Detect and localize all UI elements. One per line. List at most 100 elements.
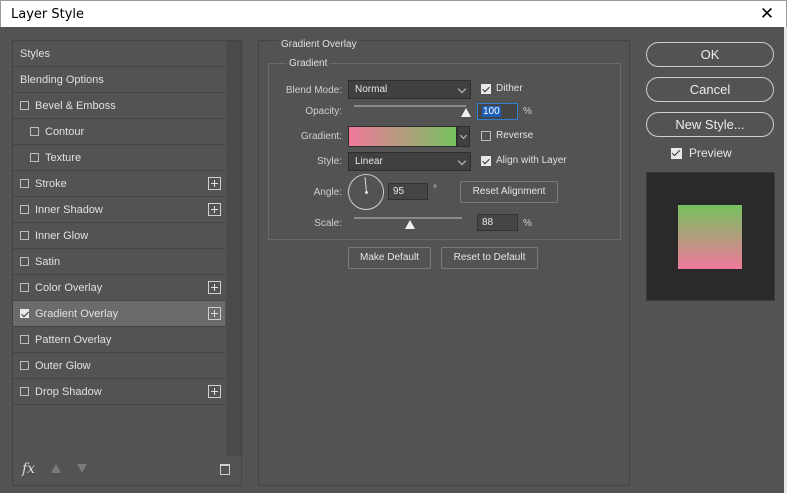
blend-mode-select[interactable]: Normal bbox=[348, 80, 471, 99]
make-default-button[interactable]: Make Default bbox=[348, 247, 431, 269]
reset-to-default-button[interactable]: Reset to Default bbox=[441, 247, 538, 269]
scale-slider[interactable] bbox=[354, 217, 462, 219]
style-list: Styles Blending Options Bevel & Emboss Cont… bbox=[12, 40, 242, 486]
window-title: Layer Style bbox=[11, 7, 85, 22]
sidebar-item-color-overlay[interactable]: Color Overlay bbox=[13, 275, 225, 301]
scale-unit: % bbox=[523, 218, 532, 229]
scale-input[interactable]: 88 bbox=[477, 214, 518, 231]
sidebar-item-inner-glow[interactable]: Inner Glow bbox=[13, 223, 225, 249]
opacity-value: 100 bbox=[482, 106, 501, 117]
style-list-scrollbar[interactable] bbox=[226, 41, 241, 456]
section-title: Gradient Overlay bbox=[279, 39, 359, 50]
gradient-swatch[interactable] bbox=[348, 126, 457, 147]
opacity-input[interactable]: 100 bbox=[477, 103, 518, 120]
sidebar-item-label: Blending Options bbox=[20, 73, 104, 86]
style-value: Linear bbox=[355, 156, 383, 167]
trash-icon[interactable] bbox=[220, 464, 230, 475]
align-with-layer-label: Align with Layer bbox=[496, 155, 567, 166]
reverse-label: Reverse bbox=[496, 130, 534, 141]
sidebar-item-label: Inner Glow bbox=[35, 229, 89, 242]
style-label: Style: bbox=[316, 156, 342, 167]
blend-mode-value: Normal bbox=[355, 84, 388, 95]
sidebar-item-label: Outer Glow bbox=[35, 359, 91, 372]
sidebar-checkbox[interactable] bbox=[20, 361, 29, 370]
sidebar-item-styles[interactable]: Styles bbox=[13, 41, 225, 67]
sidebar-checkbox[interactable] bbox=[20, 231, 29, 240]
sidebar-item-label: Gradient Overlay bbox=[35, 307, 119, 320]
sidebar-item-blending-options[interactable]: Blending Options bbox=[13, 67, 225, 93]
sidebar-checkbox[interactable] bbox=[20, 283, 29, 292]
sidebar-checkbox[interactable] bbox=[30, 127, 39, 136]
sidebar-checkbox[interactable] bbox=[20, 335, 29, 344]
preview-frame bbox=[646, 172, 775, 301]
add-effect-icon[interactable] bbox=[208, 203, 221, 216]
close-icon[interactable]: ✕ bbox=[758, 4, 776, 24]
move-up-icon[interactable] bbox=[51, 464, 61, 473]
add-effect-icon[interactable] bbox=[208, 385, 221, 398]
sidebar-checkbox[interactable] bbox=[20, 309, 29, 318]
sidebar-checkbox[interactable] bbox=[20, 205, 29, 214]
new-style-button[interactable]: New Style... bbox=[646, 112, 774, 137]
dither-label: Dither bbox=[496, 83, 523, 94]
reverse-checkbox[interactable]: Reverse bbox=[481, 130, 533, 141]
angle-unit: ° bbox=[433, 184, 437, 195]
sidebar-item-bevel-emboss[interactable]: Bevel & Emboss bbox=[13, 93, 225, 119]
move-down-icon[interactable] bbox=[77, 464, 87, 473]
sidebar-item-label: Texture bbox=[45, 151, 82, 164]
cancel-button[interactable]: Cancel bbox=[646, 77, 774, 102]
sidebar-item-label: Contour bbox=[45, 125, 85, 138]
style-list-footer: fx bbox=[13, 455, 241, 485]
angle-input[interactable]: 95 bbox=[388, 183, 428, 200]
sidebar-item-label: Color Overlay bbox=[35, 281, 103, 294]
add-effect-icon[interactable] bbox=[208, 307, 221, 320]
style-list-items: Styles Blending Options Bevel & Emboss Cont… bbox=[13, 41, 225, 405]
scale-slider-thumb[interactable] bbox=[405, 220, 415, 229]
align-check-icon bbox=[481, 155, 491, 166]
sidebar-item-stroke[interactable]: Stroke bbox=[13, 171, 225, 197]
opacity-slider-thumb[interactable] bbox=[461, 108, 471, 117]
sidebar-item-label: Styles bbox=[20, 47, 50, 60]
sidebar-item-label: Drop Shadow bbox=[35, 385, 102, 398]
sidebar-checkbox[interactable] bbox=[20, 387, 29, 396]
reset-alignment-button[interactable]: Reset Alignment bbox=[460, 181, 558, 203]
preview-swatch bbox=[678, 205, 742, 269]
sidebar-item-pattern-overlay[interactable]: Pattern Overlay bbox=[13, 327, 225, 353]
dither-checkbox[interactable]: Dither bbox=[481, 83, 523, 94]
opacity-slider[interactable] bbox=[354, 105, 466, 107]
ok-button[interactable]: OK bbox=[646, 42, 774, 67]
sidebar-item-label: Stroke bbox=[35, 177, 67, 190]
blend-mode-label: Blend Mode: bbox=[285, 85, 342, 96]
preview-check-icon bbox=[671, 147, 682, 159]
scale-label: Scale: bbox=[314, 218, 342, 229]
preview-checkbox[interactable]: Preview bbox=[671, 146, 732, 160]
align-with-layer-checkbox[interactable]: Align with Layer bbox=[481, 155, 567, 166]
style-select[interactable]: Linear bbox=[348, 152, 471, 171]
fx-icon[interactable]: fx bbox=[22, 461, 35, 477]
sidebar-checkbox[interactable] bbox=[20, 101, 29, 110]
sidebar-checkbox[interactable] bbox=[20, 257, 29, 266]
sidebar-item-inner-shadow[interactable]: Inner Shadow bbox=[13, 197, 225, 223]
sidebar-item-label: Inner Shadow bbox=[35, 203, 103, 216]
scale-value: 88 bbox=[482, 217, 494, 228]
sidebar-item-satin[interactable]: Satin bbox=[13, 249, 225, 275]
angle-value: 95 bbox=[393, 186, 405, 197]
add-effect-icon[interactable] bbox=[208, 281, 221, 294]
chevron-down-icon bbox=[459, 131, 468, 140]
sidebar-item-texture[interactable]: Texture bbox=[13, 145, 225, 171]
sidebar-item-outer-glow[interactable]: Outer Glow bbox=[13, 353, 225, 379]
opacity-unit: % bbox=[523, 106, 532, 117]
sidebar-checkbox[interactable] bbox=[30, 153, 39, 162]
angle-dial[interactable] bbox=[348, 174, 384, 210]
sidebar-item-label: Bevel & Emboss bbox=[35, 99, 116, 112]
opacity-label: Opacity: bbox=[305, 106, 342, 117]
sidebar-item-gradient-overlay[interactable]: Gradient Overlay bbox=[13, 301, 225, 327]
gradient-picker-button[interactable] bbox=[457, 126, 470, 147]
sidebar-item-drop-shadow[interactable]: Drop Shadow bbox=[13, 379, 225, 405]
gradient-label: Gradient: bbox=[300, 131, 342, 142]
sidebar-item-contour[interactable]: Contour bbox=[13, 119, 225, 145]
sidebar-checkbox[interactable] bbox=[20, 179, 29, 188]
chevron-down-icon bbox=[457, 156, 467, 166]
angle-dial-center bbox=[365, 191, 368, 194]
chevron-down-icon bbox=[457, 84, 467, 94]
add-effect-icon[interactable] bbox=[208, 177, 221, 190]
